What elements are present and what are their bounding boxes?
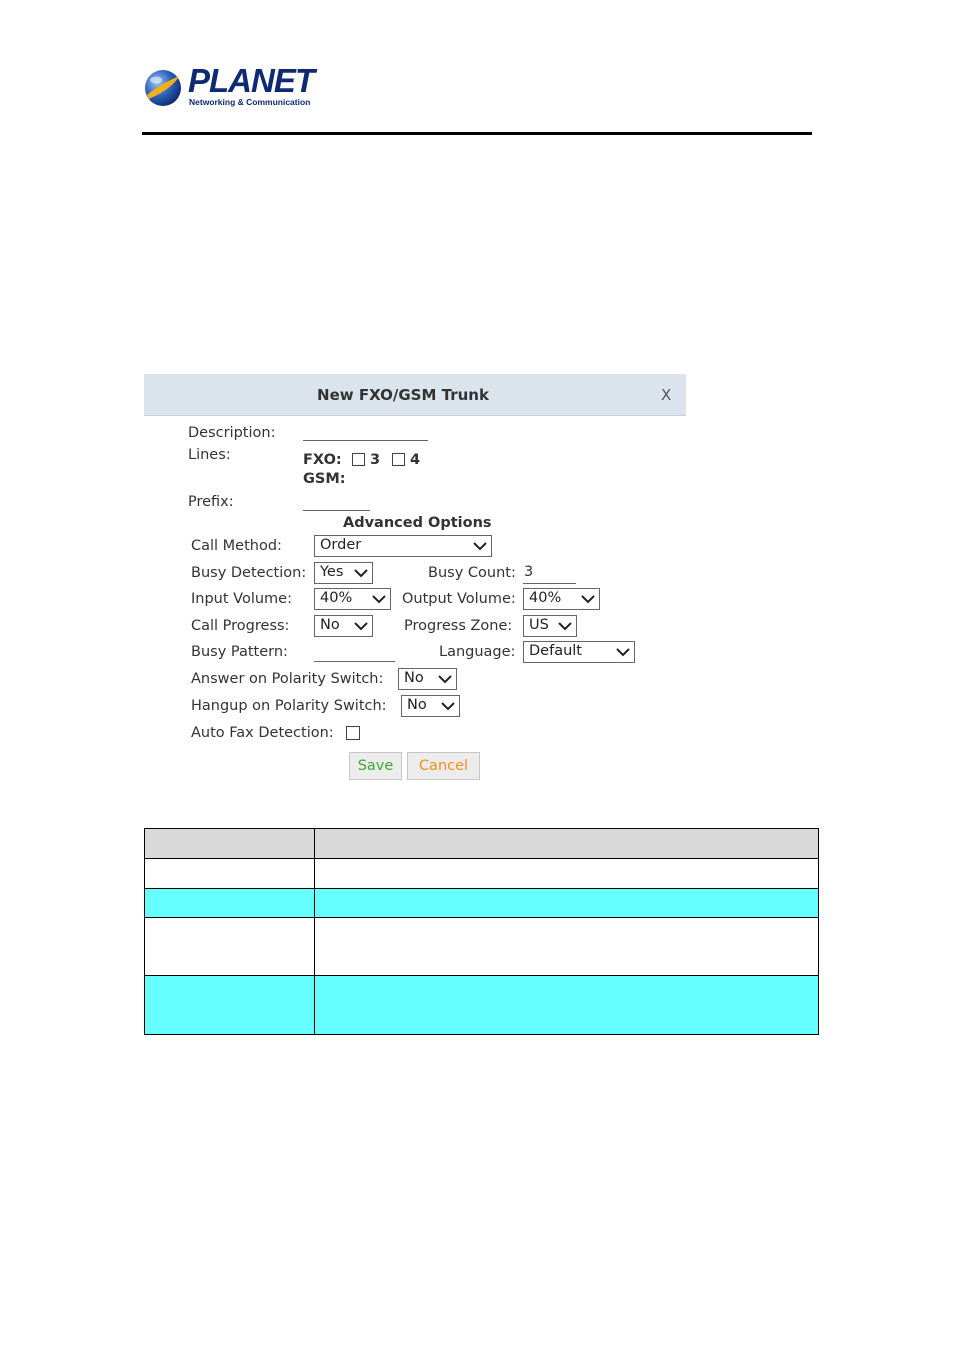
brand-name: PLANET bbox=[188, 62, 315, 99]
busy-count-underline bbox=[523, 583, 576, 584]
fxo-line-3-label: 3 bbox=[370, 452, 381, 468]
table-cell bbox=[315, 889, 818, 917]
planet-logo: PLANET Networking & Communication bbox=[143, 62, 315, 110]
hangup-polarity-label: Hangup on Polarity Switch: bbox=[191, 698, 387, 714]
chevron-down-icon bbox=[581, 595, 595, 604]
gsm-label: GSM: bbox=[303, 471, 346, 487]
output-volume-select[interactable]: 40% bbox=[523, 588, 600, 610]
auto-fax-label: Auto Fax Detection: bbox=[191, 725, 334, 741]
parameter-table bbox=[144, 828, 819, 1035]
new-trunk-dialog: New FXO/GSM Trunk X Description: Lines: … bbox=[144, 374, 686, 794]
busy-detection-select[interactable]: Yes bbox=[314, 562, 373, 584]
table-row bbox=[144, 917, 819, 976]
table-cell bbox=[145, 889, 315, 917]
chevron-down-icon bbox=[354, 569, 368, 578]
language-select[interactable]: Default bbox=[523, 641, 635, 663]
globe-icon bbox=[145, 70, 181, 106]
brand-tagline: Networking & Communication bbox=[189, 97, 311, 107]
answer-polarity-label: Answer on Polarity Switch: bbox=[191, 671, 384, 687]
chevron-down-icon bbox=[441, 702, 455, 711]
fxo-line-3-checkbox[interactable] bbox=[352, 453, 365, 466]
table-row bbox=[144, 858, 819, 889]
prefix-label: Prefix: bbox=[188, 494, 234, 510]
progress-zone-label: Progress Zone: bbox=[404, 618, 513, 634]
chevron-down-icon bbox=[473, 542, 487, 551]
answer-polarity-value: No bbox=[404, 670, 424, 686]
lines-label: Lines: bbox=[188, 447, 231, 463]
chevron-down-icon bbox=[354, 622, 368, 631]
language-value: Default bbox=[529, 643, 582, 659]
description-label: Description: bbox=[188, 425, 276, 441]
description-input[interactable] bbox=[303, 440, 428, 441]
dialog-titlebar: New FXO/GSM Trunk X bbox=[144, 374, 686, 416]
table-cell bbox=[315, 859, 818, 888]
save-button[interactable]: Save bbox=[349, 752, 402, 780]
input-volume-value: 40% bbox=[320, 590, 353, 606]
prefix-input[interactable] bbox=[303, 510, 370, 511]
header-divider bbox=[142, 132, 812, 135]
dialog-title: New FXO/GSM Trunk bbox=[317, 386, 489, 404]
input-volume-label: Input Volume: bbox=[191, 591, 292, 607]
input-volume-select[interactable]: 40% bbox=[314, 588, 391, 610]
call-progress-label: Call Progress: bbox=[191, 618, 290, 634]
call-method-label: Call Method: bbox=[191, 538, 282, 554]
busy-detection-label: Busy Detection: bbox=[191, 565, 307, 581]
table-cell bbox=[145, 918, 315, 975]
chevron-down-icon bbox=[616, 648, 630, 657]
busy-count-label: Busy Count: bbox=[428, 565, 516, 581]
hangup-polarity-value: No bbox=[407, 697, 427, 713]
busy-count-input[interactable]: 3 bbox=[524, 564, 533, 580]
fxo-line-4-checkbox[interactable] bbox=[392, 453, 405, 466]
table-header-row bbox=[144, 828, 819, 859]
table-cell bbox=[145, 829, 315, 858]
table-cell bbox=[145, 859, 315, 888]
call-progress-select[interactable]: No bbox=[314, 615, 373, 637]
table-cell bbox=[315, 829, 818, 858]
fxo-label: FXO: bbox=[303, 452, 342, 468]
table-cell bbox=[315, 976, 818, 1034]
language-label: Language: bbox=[439, 644, 516, 660]
chevron-down-icon bbox=[438, 675, 452, 684]
busy-detection-value: Yes bbox=[320, 564, 344, 580]
output-volume-value: 40% bbox=[529, 590, 562, 606]
auto-fax-checkbox[interactable] bbox=[346, 726, 360, 740]
fxo-line-4-label: 4 bbox=[410, 452, 421, 468]
call-method-select[interactable]: Order bbox=[314, 535, 492, 557]
close-button[interactable]: X bbox=[661, 386, 671, 404]
chevron-down-icon bbox=[372, 595, 386, 604]
table-cell bbox=[145, 976, 315, 1034]
call-progress-value: No bbox=[320, 617, 340, 633]
progress-zone-value: US bbox=[529, 617, 549, 633]
chevron-down-icon bbox=[558, 622, 572, 631]
table-row bbox=[144, 888, 819, 918]
output-volume-label: Output Volume: bbox=[402, 591, 516, 607]
answer-polarity-select[interactable]: No bbox=[398, 668, 457, 690]
hangup-polarity-select[interactable]: No bbox=[401, 695, 460, 717]
busy-pattern-input[interactable] bbox=[314, 661, 395, 662]
busy-pattern-label: Busy Pattern: bbox=[191, 644, 288, 660]
advanced-options-heading: Advanced Options bbox=[343, 515, 492, 531]
progress-zone-select[interactable]: US bbox=[523, 615, 577, 637]
cancel-button[interactable]: Cancel bbox=[407, 752, 480, 780]
table-cell bbox=[315, 918, 818, 975]
table-row bbox=[144, 975, 819, 1035]
call-method-value: Order bbox=[320, 537, 362, 553]
